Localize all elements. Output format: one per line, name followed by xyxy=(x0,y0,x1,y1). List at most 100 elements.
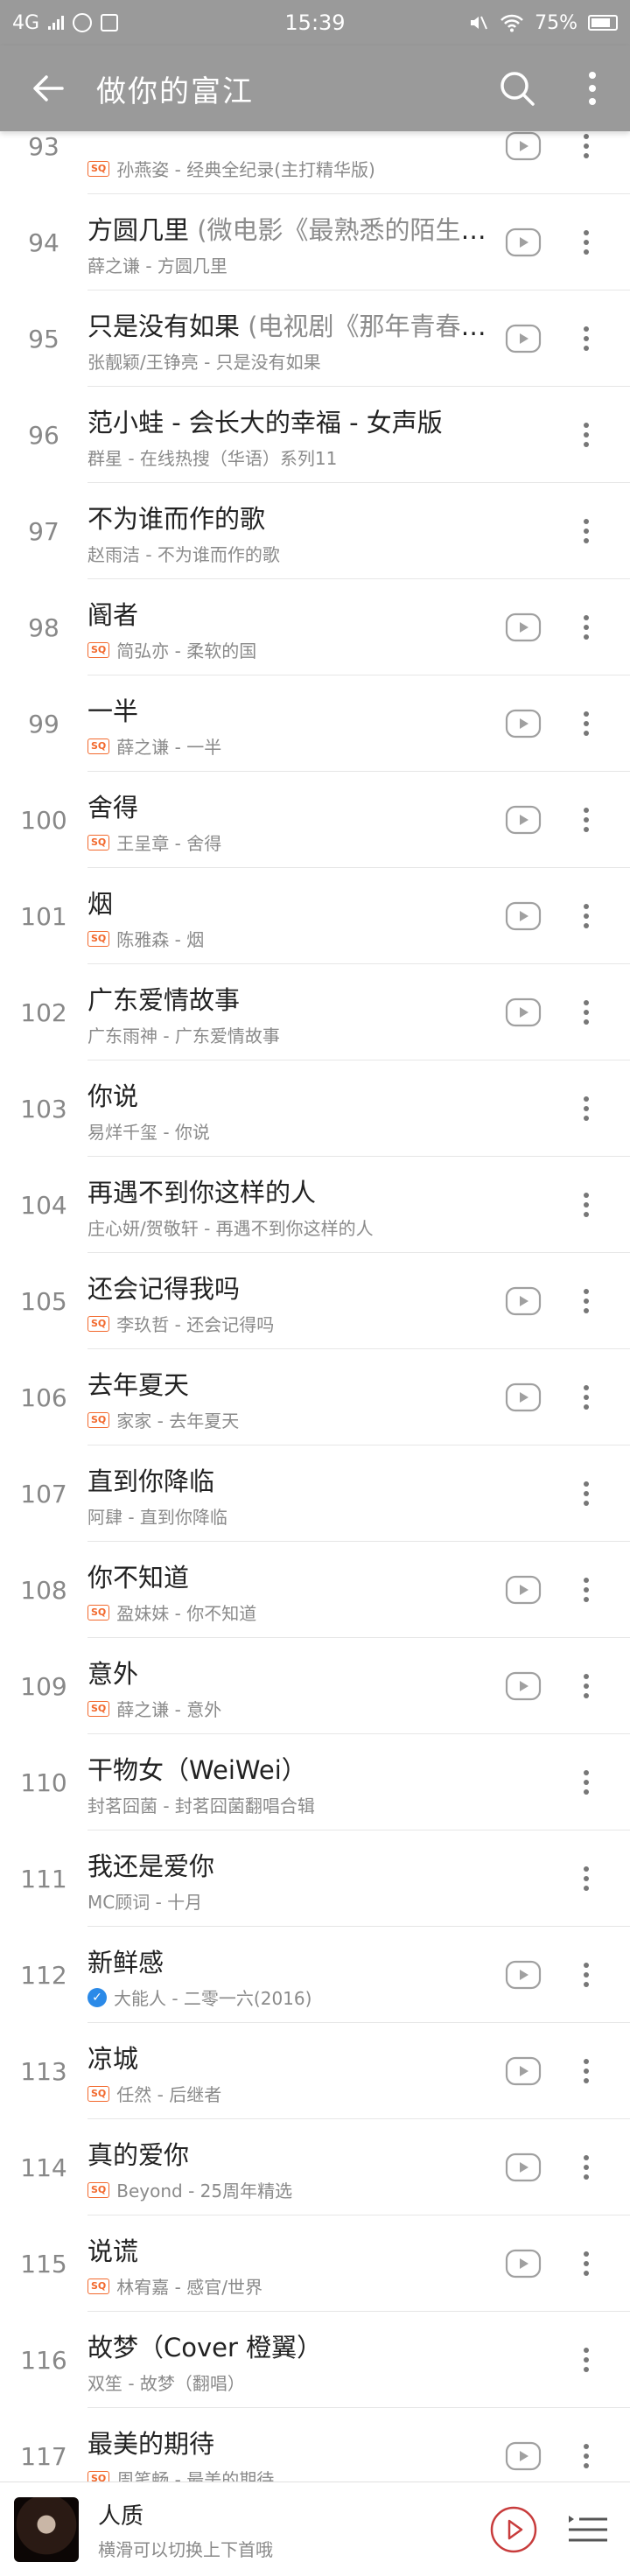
vertical-ellipsis-icon xyxy=(584,1866,589,1891)
song-row[interactable]: 117 最美的期待 SQ 周笔畅 - 最美的期待 xyxy=(0,2408,630,2482)
mini-player[interactable]: 人质 横滑可以切换上下首哦 xyxy=(0,2482,630,2576)
song-row[interactable]: 111 我还是爱你 MC顾词 - 十月 xyxy=(0,1830,630,1927)
now-playing-hint: 横滑可以切换上下首哦 xyxy=(98,2538,273,2560)
mv-play-button[interactable] xyxy=(504,2437,542,2475)
song-more-button[interactable] xyxy=(567,801,606,839)
mv-play-button[interactable] xyxy=(504,2148,542,2187)
song-index: 101 xyxy=(20,901,67,931)
sq-quality-badge: SQ xyxy=(88,1411,110,1428)
mv-play-icon xyxy=(505,709,542,738)
song-more-button[interactable] xyxy=(567,2148,606,2187)
song-row[interactable]: 95 只是没有如果 (电视剧《那年青春我们正好》插曲) 张靓颖/王铮亮 - 只是没有… xyxy=(0,290,630,387)
song-more-button[interactable] xyxy=(567,1763,606,1802)
song-row[interactable]: 94 方圆几里 (微电影《最熟悉的陌生人》主题曲) 薛之谦 - 方圆几里 xyxy=(0,194,630,290)
song-more-button[interactable] xyxy=(567,993,606,1032)
song-row[interactable]: 116 故梦（Cover 橙翼） 双笙 - 故梦（翻唱） xyxy=(0,2312,630,2408)
song-more-button[interactable] xyxy=(567,2052,606,2090)
song-row[interactable]: 105 还会记得我吗 SQ 李玖哲 - 还会记得吗 xyxy=(0,1253,630,1349)
song-more-button[interactable] xyxy=(567,1282,606,1320)
song-meta: SQ 任然 - 后继者 xyxy=(88,2081,490,2106)
song-row[interactable]: 107 直到你降临 阿肆 - 直到你降临 xyxy=(0,1446,630,1542)
mv-play-button[interactable] xyxy=(504,1956,542,1994)
song-more-button[interactable] xyxy=(567,223,606,262)
playlist-button[interactable] xyxy=(556,2499,618,2560)
song-row[interactable]: 98 阍者 SQ 简弘亦 - 柔软的国 xyxy=(0,579,630,676)
mv-play-button[interactable] xyxy=(504,993,542,1032)
album-cover[interactable] xyxy=(14,2496,79,2562)
song-more-button[interactable] xyxy=(567,2341,606,2379)
more-menu-button[interactable] xyxy=(555,46,630,131)
song-title: 烟 xyxy=(88,884,490,920)
mv-play-button[interactable] xyxy=(504,1378,542,1417)
song-more-button[interactable] xyxy=(567,416,606,454)
app-notification-icon xyxy=(73,13,93,32)
play-button[interactable] xyxy=(483,2499,544,2560)
song-more-button[interactable] xyxy=(567,1667,606,1705)
song-more-button[interactable] xyxy=(567,131,606,165)
song-more-button[interactable] xyxy=(567,608,606,647)
mv-play-button[interactable] xyxy=(504,2052,542,2090)
song-title-text: 真的爱你 xyxy=(88,2140,190,2170)
artist-album: Beyond - 25周年精选 xyxy=(116,2180,293,2202)
song-index: 103 xyxy=(20,1094,67,1124)
mv-play-button[interactable] xyxy=(504,319,542,358)
mv-play-button[interactable] xyxy=(504,1667,542,1705)
song-more-button[interactable] xyxy=(567,1571,606,1609)
mv-play-button[interactable] xyxy=(504,2244,542,2283)
song-row[interactable]: 108 你不知道 SQ 盈妹妹 - 你不知道 xyxy=(0,1542,630,1638)
song-row[interactable]: 103 你说 易烊千玺 - 你说 xyxy=(0,1060,630,1157)
song-index: 96 xyxy=(28,420,60,450)
song-row[interactable]: 113 凉城 SQ 任然 - 后继者 xyxy=(0,2023,630,2119)
song-more-button[interactable] xyxy=(567,1378,606,1417)
song-index: 97 xyxy=(28,516,60,546)
song-more-button[interactable] xyxy=(567,2437,606,2475)
back-button[interactable] xyxy=(0,46,96,131)
song-more-button[interactable] xyxy=(567,1956,606,1994)
mv-play-button[interactable] xyxy=(504,1571,542,1609)
song-row[interactable]: 109 意外 SQ 薛之谦 - 意外 xyxy=(0,1638,630,1734)
song-more-button[interactable] xyxy=(567,1186,606,1224)
mute-icon xyxy=(471,16,488,30)
song-list[interactable]: 93 SQ 孙燕姿 - 经典全纪录(主打精华版) 94 方圆几里 (微电影《最熟悉的陌生… xyxy=(0,131,630,2482)
song-more-button[interactable] xyxy=(567,897,606,935)
mv-play-icon xyxy=(505,2056,542,2086)
mv-play-button[interactable] xyxy=(504,1282,542,1320)
mv-play-button[interactable] xyxy=(504,131,542,165)
song-row[interactable]: 102 广东爱情故事 广东雨神 - 广东爱情故事 xyxy=(0,964,630,1060)
song-row[interactable]: 93 SQ 孙燕姿 - 经典全纪录(主打精华版) xyxy=(0,131,630,194)
song-more-button[interactable] xyxy=(567,2244,606,2283)
song-row[interactable]: 104 再遇不到你这样的人 庄心妍/贺敬轩 - 再遇不到你这样的人 xyxy=(0,1157,630,1253)
song-more-button[interactable] xyxy=(567,319,606,358)
search-button[interactable] xyxy=(480,46,555,131)
search-icon xyxy=(500,72,535,106)
verified-check-icon: ✓ xyxy=(88,1987,107,2007)
sq-quality-badge: SQ xyxy=(88,2278,110,2294)
song-row[interactable]: 106 去年夏天 SQ 家家 - 去年夏天 xyxy=(0,1349,630,1446)
song-more-button[interactable] xyxy=(567,1474,606,1513)
artist-album: 群星 - 在线热搜（华语）系列11 xyxy=(88,448,338,469)
mv-play-button[interactable] xyxy=(504,704,542,743)
mv-play-button[interactable] xyxy=(504,608,542,647)
song-row[interactable]: 112 新鲜感 ✓ 大能人 - 二零一六(2016) xyxy=(0,1927,630,2023)
song-row[interactable]: 100 舍得 SQ 王呈章 - 舍得 xyxy=(0,772,630,868)
status-left: 4G xyxy=(12,12,468,34)
song-row[interactable]: 99 一半 SQ 薛之谦 - 一半 xyxy=(0,676,630,772)
song-row[interactable]: 97 不为谁而作的歌 赵雨洁 - 不为谁而作的歌 xyxy=(0,483,630,579)
song-more-button[interactable] xyxy=(567,512,606,550)
now-playing-text[interactable]: 人质 横滑可以切换上下首哦 xyxy=(98,2498,483,2561)
page-title: 做你的富江 xyxy=(96,74,254,109)
song-row[interactable]: 114 真的爱你 SQ Beyond - 25周年精选 xyxy=(0,2119,630,2216)
song-row[interactable]: 96 范小蛙 - 会长大的幸福 - 女声版 群星 - 在线热搜（华语）系列11 xyxy=(0,387,630,483)
song-row[interactable]: 101 烟 SQ 陈雅森 - 烟 xyxy=(0,868,630,964)
song-row[interactable]: 110 干物女（WeiWei） 封茗囧菌 - 封茗囧菌翻唱合辑 xyxy=(0,1734,630,1830)
song-title-text: 再遇不到你这样的人 xyxy=(88,1178,317,1208)
song-more-button[interactable] xyxy=(567,1859,606,1898)
song-more-button[interactable] xyxy=(567,1089,606,1128)
song-more-button[interactable] xyxy=(567,704,606,743)
song-title: 真的爱你 xyxy=(88,2135,490,2172)
song-row[interactable]: 115 说谎 SQ 林宥嘉 - 感官/世界 xyxy=(0,2216,630,2312)
mv-play-button[interactable] xyxy=(504,223,542,262)
mv-play-button[interactable] xyxy=(504,897,542,935)
song-meta: SQ 家家 - 去年夏天 xyxy=(88,1407,490,1432)
mv-play-button[interactable] xyxy=(504,801,542,839)
